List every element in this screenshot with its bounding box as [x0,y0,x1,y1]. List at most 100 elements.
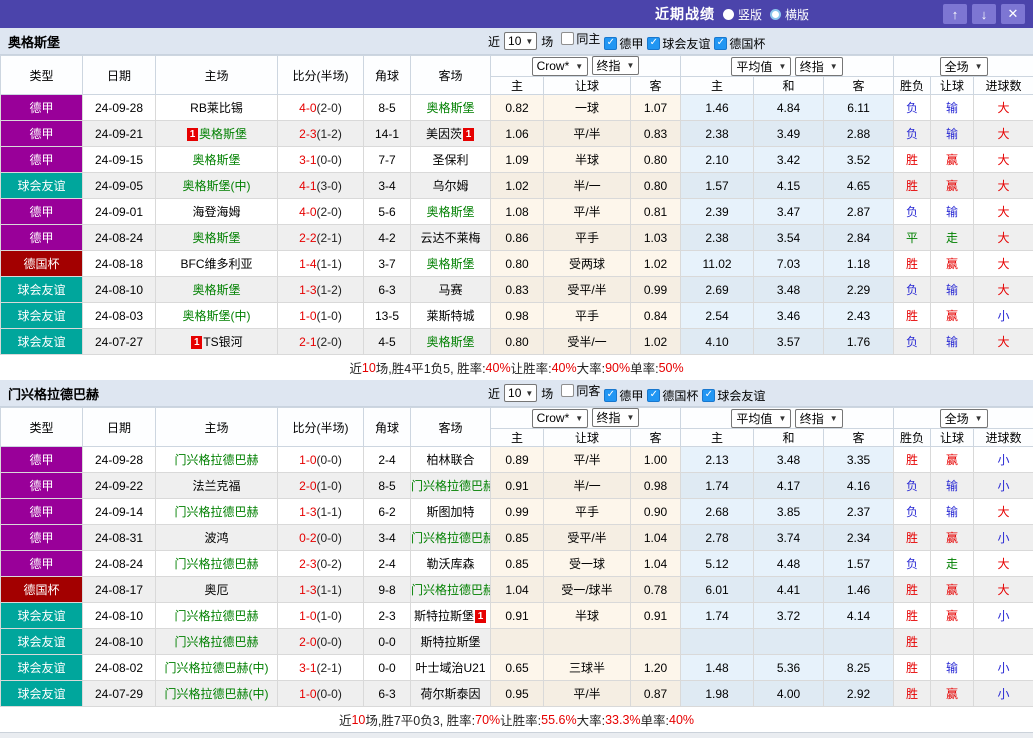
close-button[interactable]: ✕ [1001,4,1025,24]
avg-home-odds: 1.98 [681,681,754,707]
bookmaker-value: Crow* [537,59,570,73]
home-team-name[interactable]: 门兴格拉德巴赫 [174,635,258,649]
home-team-name[interactable]: 奥厄 [204,583,228,597]
handicap-home-odds: 1.06 [491,121,544,147]
away-team-name[interactable]: 门兴格拉德巴赫 [411,531,491,545]
filter-checkbox[interactable]: ✓德国杯 [647,387,698,404]
home-team-name[interactable]: TS银河 [203,335,242,349]
filter-checkbox[interactable]: 同主 [561,30,600,47]
score-cell: 2-0(0-0) [278,629,364,655]
result-goals: 大 [974,499,1033,525]
move-down-button[interactable]: ↓ [972,4,996,24]
filter-checkbox[interactable]: 同客 [561,382,600,399]
period-select[interactable]: 全场▼ [940,409,988,428]
home-team-name[interactable]: 门兴格拉德巴赫(中) [165,661,269,675]
home-team-name[interactable]: 奥格斯堡(中) [183,179,251,193]
filter-checkbox[interactable]: ✓球会友谊 [702,387,765,404]
home-team-cell: 波鸿 [156,525,278,551]
radio-unselected-icon[interactable] [770,9,781,20]
away-team-name[interactable]: 门兴格拉德巴赫 [411,583,491,597]
checkbox-unchecked-icon[interactable] [561,32,574,45]
home-team-name[interactable]: 奥格斯堡 [199,127,247,141]
filter-checkbox-label: 球会友谊 [662,35,710,52]
layout-radio-horizontal[interactable]: 横版 [770,6,809,23]
away-team-name[interactable]: 美因茨 [426,127,462,141]
filter-checkbox[interactable]: ✓德甲 [604,387,643,404]
bookmaker-select[interactable]: Crow*▼ [532,409,589,428]
away-team-name[interactable]: 门兴格拉德巴赫 [411,479,491,493]
sub-header-avg-draw: 和 [754,429,824,447]
checkbox-checked-icon[interactable]: ✓ [647,389,660,402]
average-value: 平均值 [736,410,772,427]
halftime-score: (1-1) [317,583,342,597]
away-team-name[interactable]: 叶士域治U21 [415,661,485,675]
home-team-name[interactable]: 法兰克福 [192,479,240,493]
away-team-name[interactable]: 柏林联合 [426,453,474,467]
col-header-away: 客场 [411,408,491,447]
checkbox-checked-icon[interactable]: ✓ [647,37,660,50]
home-team-name[interactable]: 门兴格拉德巴赫 [174,505,258,519]
checkbox-checked-icon[interactable]: ✓ [714,37,727,50]
away-team-name[interactable]: 奥格斯堡 [426,335,474,349]
handicap-time-select[interactable]: 终指▼ [592,408,640,427]
away-team-name[interactable]: 斯特拉斯堡 [414,609,474,623]
checkbox-checked-icon[interactable]: ✓ [604,389,617,402]
away-team-name[interactable]: 奥格斯堡 [426,205,474,219]
match-count-select[interactable]: 10▼ [504,384,537,402]
result-outcome: 胜 [894,681,931,707]
away-team-name[interactable]: 奥格斯堡 [426,101,474,115]
summary-segment: 33.3% [605,713,640,727]
handicap-line: 半/一 [544,173,631,199]
match-row: 德甲24-09-15奥格斯堡3-1(0-0)7-7圣保利1.09半球0.802.… [1,147,1033,173]
away-team-name[interactable]: 荷尔斯泰因 [420,687,480,701]
away-team-name[interactable]: 马赛 [438,283,462,297]
dropdown-arrow-icon: ▼ [778,62,786,71]
home-team-name[interactable]: RB莱比锡 [190,101,243,115]
away-team-name[interactable]: 云达不莱梅 [420,231,480,245]
corner-count: 3-4 [364,173,411,199]
filter-checkbox[interactable]: ✓球会友谊 [647,35,710,52]
fulltime-score: 1-4 [299,257,316,271]
match-row: 球会友谊24-08-02门兴格拉德巴赫(中)3-1(2-1)0-0叶士域治U21… [1,655,1033,681]
handicap-home-odds: 1.09 [491,147,544,173]
home-team-name[interactable]: 门兴格拉德巴赫 [174,609,258,623]
period-select[interactable]: 全场▼ [940,57,988,76]
match-count-select[interactable]: 10▼ [504,32,537,50]
checkbox-unchecked-icon[interactable] [561,384,574,397]
average-select[interactable]: 平均值▼ [731,409,791,428]
move-up-button[interactable]: ↑ [943,4,967,24]
away-team-name[interactable]: 莱斯特城 [426,309,474,323]
away-team-name[interactable]: 乌尔姆 [432,179,468,193]
checkbox-checked-icon[interactable]: ✓ [702,389,715,402]
dropdown-arrow-icon: ▼ [975,414,983,423]
away-team-name[interactable]: 圣保利 [432,153,468,167]
average-time-select[interactable]: 终指▼ [795,57,843,76]
handicap-time-select[interactable]: 终指▼ [592,56,640,75]
checkbox-checked-icon[interactable]: ✓ [604,37,617,50]
average-select[interactable]: 平均值▼ [731,57,791,76]
home-team-name[interactable]: 奥格斯堡(中) [183,309,251,323]
average-time-select[interactable]: 终指▼ [795,409,843,428]
home-team-name[interactable]: 门兴格拉德巴赫(中) [165,687,269,701]
bookmaker-select[interactable]: Crow*▼ [532,57,589,76]
home-team-name[interactable]: 门兴格拉德巴赫 [174,453,258,467]
away-team-name[interactable]: 奥格斯堡 [426,257,474,271]
home-team-name[interactable]: 奥格斯堡 [192,153,240,167]
result-goals: 小 [974,603,1033,629]
away-team-name[interactable]: 斯图加特 [426,505,474,519]
home-team-name[interactable]: 波鸿 [204,531,228,545]
filter-checkbox[interactable]: ✓德国杯 [714,35,765,52]
home-team-name[interactable]: 奥格斯堡 [192,283,240,297]
home-team-name[interactable]: BFC维多利亚 [180,257,252,271]
home-team-name[interactable]: 门兴格拉德巴赫 [174,557,258,571]
layout-radio-vertical[interactable]: 竖版 [723,6,762,23]
fulltime-score: 4-1 [299,179,316,193]
filter-checkbox[interactable]: ✓德甲 [604,35,643,52]
away-team-name[interactable]: 斯特拉斯堡 [420,635,480,649]
away-team-name[interactable]: 勒沃库森 [426,557,474,571]
home-team-name[interactable]: 海登海姆 [192,205,240,219]
radio-selected-icon[interactable] [723,9,734,20]
result-outcome: 负 [894,121,931,147]
handicap-line: 受平/半 [544,525,631,551]
home-team-name[interactable]: 奥格斯堡 [192,231,240,245]
